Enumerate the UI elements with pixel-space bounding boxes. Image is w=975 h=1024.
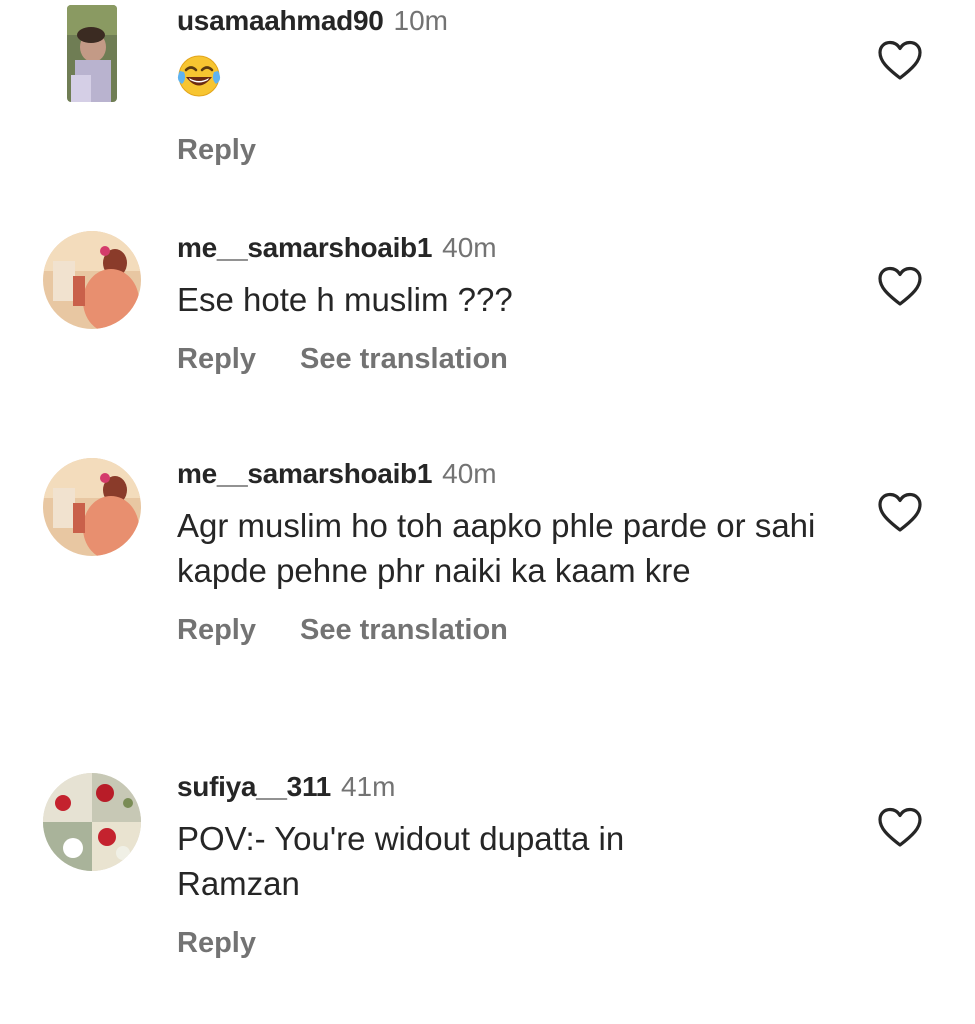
- comment-text: POV:- You're widout dupatta in Ramzan: [177, 820, 625, 902]
- comment-text: Agr muslim ho toh aapko phle parde or sa…: [177, 507, 816, 589]
- comment-username[interactable]: me__samarshoaib1: [177, 232, 432, 263]
- face-with-tears-of-joy-icon: [177, 54, 221, 98]
- comment-timestamp: 40m: [442, 232, 497, 263]
- reply-button[interactable]: Reply: [177, 343, 256, 375]
- avatar[interactable]: [43, 458, 141, 556]
- heart-outline-icon: [878, 266, 922, 306]
- avatar[interactable]: [67, 5, 117, 102]
- avatar[interactable]: [43, 231, 141, 329]
- comment-text: Ese hote h muslim ???: [177, 281, 513, 318]
- like-button[interactable]: [877, 40, 923, 82]
- comment-username[interactable]: me__samarshoaib1: [177, 458, 432, 489]
- heart-outline-icon: [878, 40, 922, 80]
- avatar[interactable]: [43, 773, 141, 871]
- reply-button[interactable]: Reply: [177, 927, 256, 959]
- comment-username[interactable]: sufiya__311: [177, 771, 331, 802]
- comment-text: [177, 54, 837, 109]
- like-button[interactable]: [877, 492, 923, 534]
- see-translation-button[interactable]: See translation: [300, 343, 508, 375]
- comment-timestamp: 10m: [393, 5, 448, 36]
- heart-outline-icon: [878, 807, 922, 847]
- reply-button[interactable]: Reply: [177, 614, 256, 646]
- comment-timestamp: 40m: [442, 458, 497, 489]
- reply-button[interactable]: Reply: [177, 134, 256, 166]
- heart-outline-icon: [878, 492, 922, 532]
- comment-username[interactable]: usamaahmad90: [177, 5, 384, 36]
- comment-timestamp: 41m: [340, 771, 396, 802]
- like-button[interactable]: [877, 266, 923, 308]
- see-translation-button[interactable]: See translation: [300, 614, 508, 646]
- like-button[interactable]: [877, 807, 923, 849]
